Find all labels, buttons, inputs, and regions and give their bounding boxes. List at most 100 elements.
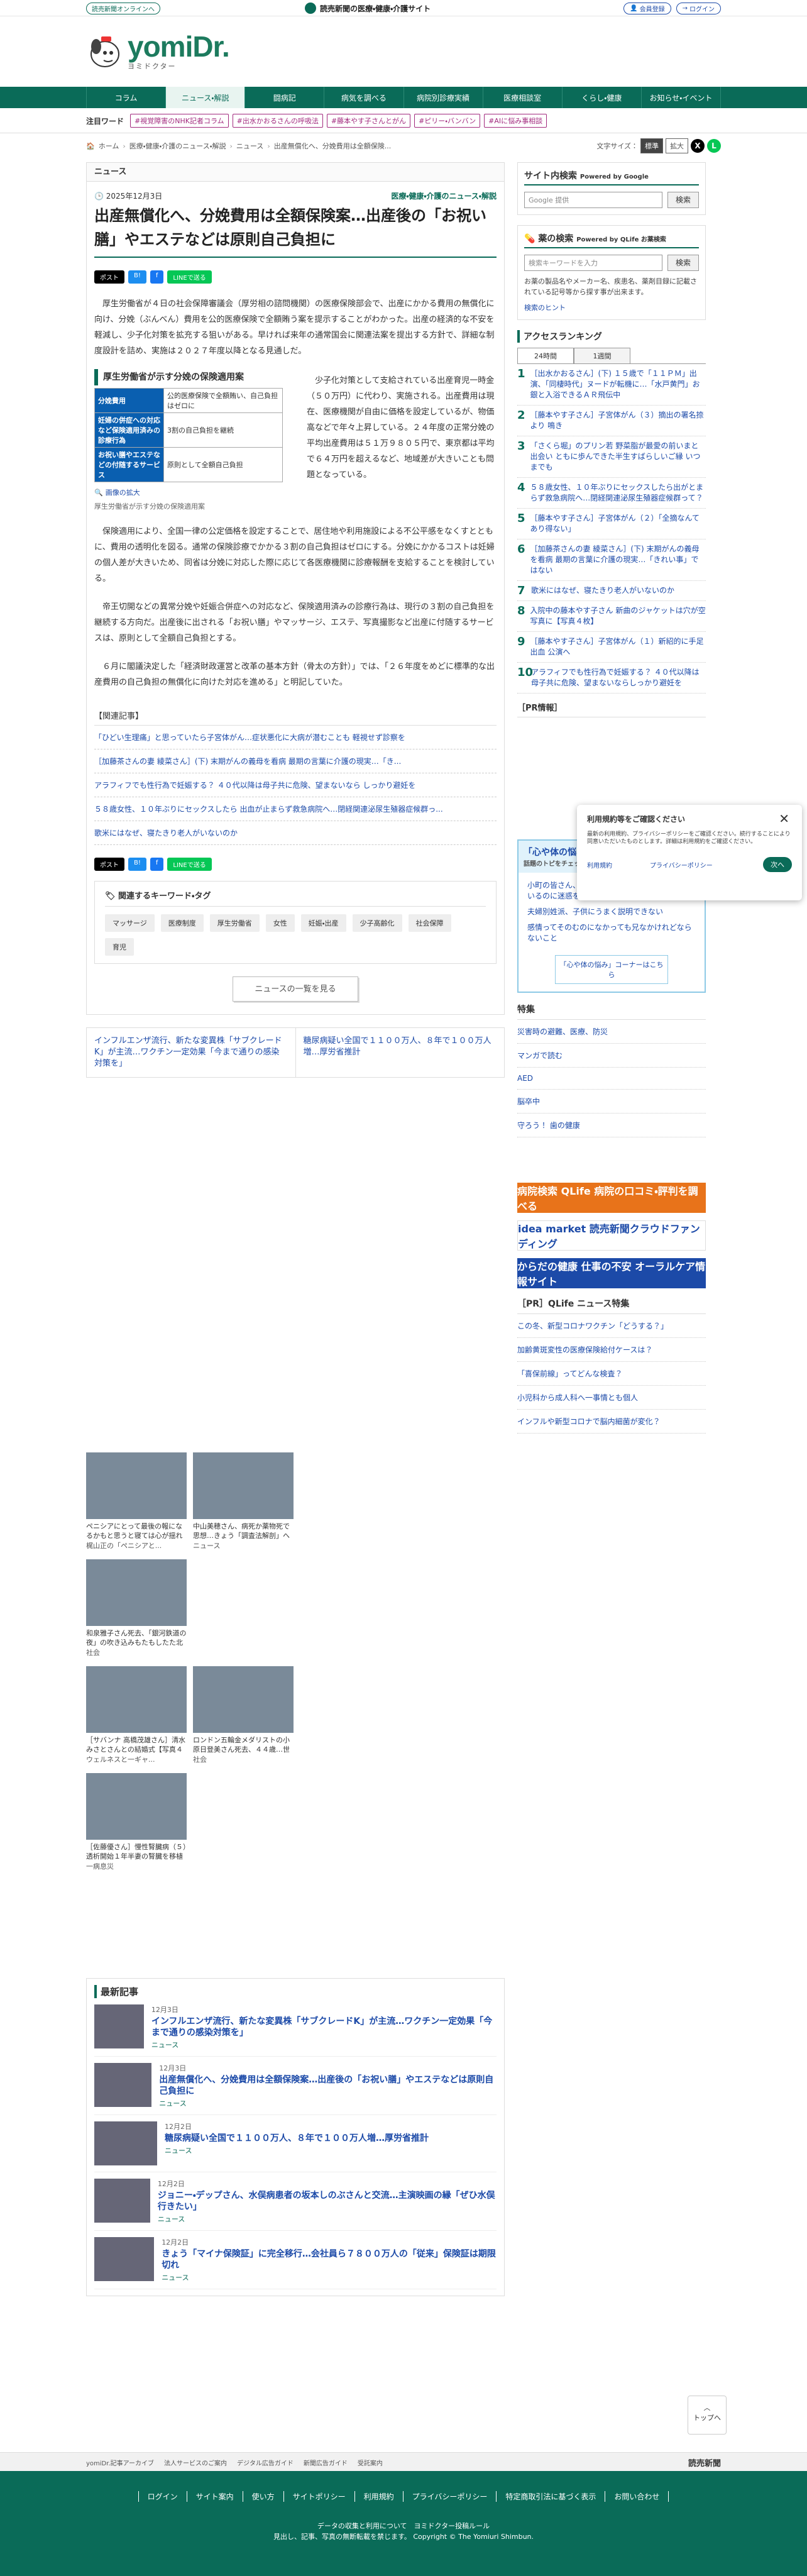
footer-nav-link[interactable]: サイト案内 xyxy=(186,2491,243,2502)
footer-link[interactable]: yomiDr.記事アーカイブ xyxy=(86,2458,154,2467)
facebook-share-button[interactable]: f xyxy=(150,858,164,871)
ranking-item[interactable]: 10 アラフィフでも性行為で妊娠する？ ４０代以降は母子共に危険、望まないならしっ… xyxy=(517,663,706,694)
related-link[interactable]: アラフィフでも性行為で妊娠する？ ４０代以降は母子共に危険、望まないなら しっか… xyxy=(94,773,497,797)
privacy-link[interactable]: プライバシーポリシー xyxy=(650,860,713,870)
x-share-icon[interactable]: X xyxy=(691,139,705,153)
next-article-link[interactable]: 糖尿病疑い全国で１１００万人、８年で１００万人増…厚労省推計 xyxy=(295,1028,505,1077)
ranking-item[interactable]: 9 ［藤本やす子さん］子宮体がん（１）新紹的に手足出血 公演へ xyxy=(517,632,706,663)
keyword-tag[interactable]: 女性 xyxy=(265,914,295,932)
login-button[interactable]: → ログイン xyxy=(676,2,721,14)
photo-card[interactable]: ペニシアにとって最後の報になるかもと思うと寝ては心が揺れなかった... 梶山正の「… xyxy=(86,1452,187,1551)
oral-care-banner[interactable]: からだの健康 仕事の不安 オーラルケア情報サイト xyxy=(517,1258,706,1288)
qlife-link[interactable]: 加齢黄斑変性の医療保険給付ケースは？ xyxy=(517,1338,706,1362)
nav-item-disease[interactable]: 病気を調べる xyxy=(324,87,403,108)
hatena-bookmark-button[interactable]: B! xyxy=(128,270,146,284)
back-to-top-button[interactable]: ︿ トップへ xyxy=(688,2396,727,2435)
keyword-tag[interactable]: 育児 xyxy=(105,938,134,956)
line-share-button[interactable]: LINEで送る xyxy=(167,270,212,284)
kokoro-corner-button[interactable]: 「心や体の悩み」コーナーはこちら xyxy=(555,955,668,984)
qlife-link[interactable]: この冬、新型コロナワクチン「どうする？」 xyxy=(517,1314,706,1338)
photo-card[interactable]: 和泉雅子さん死去、「銀河鉄道の夜」の吹き込みもたもしたた北海小鳥… 社会 xyxy=(86,1559,187,1657)
nav-item-events[interactable]: お知らせ・イベント xyxy=(640,87,721,108)
latest-item[interactable]: 12月3日 インフルエンザ流行、新たな変異株「サブクレードK」が主流…ワクチン一定… xyxy=(94,1998,497,2057)
drug-search-input[interactable]: 検索キーワードを入力 xyxy=(524,255,662,271)
site-logo[interactable]: yomiDr. ヨミドクター xyxy=(86,32,230,71)
footer-link[interactable]: 法人サービスのご案内 xyxy=(164,2458,227,2467)
line-share-icon[interactable]: L xyxy=(707,139,721,153)
photo-card[interactable]: ［サバンナ 高橋茂雄さん］清水みさとさんとの結婚式【写真４枚】ウェルネスと一ギャ… xyxy=(86,1666,187,1764)
qlife-link[interactable]: 小児科から成人科へ一事情とも個人 xyxy=(517,1386,706,1410)
tag-link[interactable]: #視覚障害のNHK記者コラム xyxy=(130,114,229,128)
ranking-item[interactable]: 1 ［出水かおるさん］(下) １５歳で「１１ＰＭ」出演、「同棲時代」ヌードが転機に… xyxy=(517,364,706,406)
related-link[interactable]: ５８歳女性、１０年ぶりにセックスしたら 出血が止まらず救急病院へ…閉経関連泌尿生… xyxy=(94,797,497,821)
keyword-tag[interactable]: マッサージ xyxy=(105,914,155,932)
footer-nav-link[interactable]: 特定商取引法に基づく表示 xyxy=(496,2491,605,2502)
photo-card[interactable]: 中山美穂さん、病死か薬物死で思想…きょう「調査法解剖」へ ニュース xyxy=(193,1452,294,1551)
footer-nav-link[interactable]: 利用規約 xyxy=(354,2491,403,2502)
tag-link[interactable]: #藤本やす子さんとがん xyxy=(326,114,411,128)
ranking-item[interactable]: 5 ［藤本やす子さん］子宮体がん（２）「全摘なんてあり得ない」 xyxy=(517,509,706,539)
keyword-tag[interactable]: 医療制度 xyxy=(160,914,204,932)
article-category[interactable]: 医療・健康・介護のニュース・解説 xyxy=(391,191,497,201)
latest-item[interactable]: 12月2日 ジョニー・デップさん、水俣病患者の坂本しのぶさんと交流…主演映画の縁「… xyxy=(94,2172,497,2231)
feature-link[interactable]: 災害時の避難、医療、防災 xyxy=(517,1020,706,1044)
related-link[interactable]: 歌米にはなぜ、寝たきり老人がいないのか xyxy=(94,821,497,845)
tag-link[interactable]: #AIに悩み事相談 xyxy=(484,114,547,128)
image-zoom-link[interactable]: 🔍 画像の拡大 xyxy=(94,487,295,497)
photo-card[interactable]: ［佐藤優さん］慢性腎臓病（５）透析開始１年半妻の腎臓を移植 闘病... 一病息災 xyxy=(86,1773,187,1871)
font-size-large-button[interactable]: 拡大 xyxy=(666,138,688,153)
footer-nav-link[interactable]: 使い方 xyxy=(242,2491,283,2502)
footer-link[interactable]: デジタル広告ガイド xyxy=(237,2458,294,2467)
footer-nav-link[interactable]: サイトポリシー xyxy=(283,2491,354,2502)
latest-item[interactable]: 12月3日 出産無償化へ、分娩費用は全額保険案…出産後の「お祝い膳」やエステなどは… xyxy=(94,2057,497,2115)
ranking-item[interactable]: 2 ［藤本やす子さん］子宮体がん（３）摘出の署名捺より 鳴き xyxy=(517,406,706,436)
hospital-review-banner[interactable]: 病院検索 QLife 病院の口コミ・評判を調べる xyxy=(517,1183,706,1213)
hatena-bookmark-button[interactable]: B! xyxy=(128,858,146,871)
tag-link[interactable]: #ピリー・バンバン xyxy=(414,114,481,128)
latest-item[interactable]: 12月2日 糖尿病疑い全国で１１００万人、８年で１００万人増…厚労省推計 ニュース xyxy=(94,2115,497,2172)
nav-item-news[interactable]: ニュース・解説 xyxy=(165,87,245,108)
tab-1week[interactable]: 1週間 xyxy=(574,348,630,363)
ranking-item[interactable]: 6 ［加藤茶さんの妻 綾菜さん］(下) 末期がんの義母を看病 最期の言葉に介護の現… xyxy=(517,539,706,581)
idea-market-banner[interactable]: idea market 読売新聞クラウドファンディング xyxy=(517,1220,706,1251)
ranking-item[interactable]: 7 歌米にはなぜ、寝たきり老人がいないのか xyxy=(517,581,706,601)
x-post-button[interactable]: ポスト xyxy=(94,270,124,284)
nav-item-tobyoki[interactable]: 闘病記 xyxy=(244,87,324,108)
footer-nav-link[interactable]: ログイン xyxy=(138,2491,187,2502)
footer-data-policy[interactable]: データの収集と利用について ヨミドクター投稿ルール xyxy=(0,2521,807,2531)
related-link[interactable]: ［加藤茶さんの妻 綾菜さん］(下) 末期がんの義母を看病 最期の言葉に介護の現実… xyxy=(94,749,497,773)
kokoro-topic-link[interactable]: 感情ってそのむのになかっても兄なかけれどならないこと xyxy=(527,920,696,946)
tag-link[interactable]: #出水かおるさんの呼吸法 xyxy=(232,114,323,128)
photo-card[interactable]: ロンドン五輪金メダリストの小原日登美さん死去、４４歳…世界選手...社会 xyxy=(193,1666,294,1764)
ranking-item[interactable]: 3 「さくら堀」のプリン若 野菜脂が最愛の前いまと出会い ともに歩んできた半生すば… xyxy=(517,436,706,478)
nav-item-hospital[interactable]: 病院別診療実績 xyxy=(403,87,483,108)
latest-item[interactable]: 12月2日 きょう「マイナ保険証」に完全移行…会社員ら７８００万人の「従来」保険証… xyxy=(94,2231,497,2289)
line-share-button[interactable]: LINEで送る xyxy=(167,858,212,871)
x-post-button[interactable]: ポスト xyxy=(94,858,124,871)
feature-link[interactable]: 脳卒中 xyxy=(517,1090,706,1114)
footer-nav-link[interactable]: プライバシーポリシー xyxy=(402,2491,497,2502)
ranking-item[interactable]: 4 ５８歳女性、１０年ぶりにセックスしたら出がとまらず救急病院へ…閉経関連泌尿生殖… xyxy=(517,478,706,509)
breadcrumb-item[interactable]: ニュース xyxy=(236,141,263,151)
close-icon[interactable]: ✕ xyxy=(779,811,789,826)
font-size-standard-button[interactable]: 標準 xyxy=(640,138,663,153)
tab-24h[interactable]: 24時間 xyxy=(517,348,574,363)
site-search-button[interactable]: 検索 xyxy=(667,192,699,208)
news-list-button[interactable]: ニュースの一覧を見る xyxy=(233,976,358,1002)
prev-article-link[interactable]: インフルエンザ流行、新たな変異株「サブクレードK」が主流…ワクチン一定効果「今ま… xyxy=(87,1028,295,1077)
feature-link[interactable]: AED xyxy=(517,1068,706,1090)
feature-link[interactable]: 守ろう！ 歯の健康 xyxy=(517,1114,706,1137)
feature-link[interactable]: マンガで読む xyxy=(517,1044,706,1068)
register-button[interactable]: 👤 会員登録 xyxy=(623,2,671,14)
keyword-tag[interactable]: 少子高齢化 xyxy=(352,914,402,932)
drug-search-button[interactable]: 検索 xyxy=(667,255,699,271)
breadcrumb-item[interactable]: ホーム xyxy=(99,141,119,151)
related-link[interactable]: 「ひどい生理痛」と思っていたら子宮体がん…症状悪化に大病が潜むことも 軽視せず診… xyxy=(94,726,497,749)
keyword-tag[interactable]: 社会保障 xyxy=(408,914,451,932)
nav-item-life[interactable]: くらし・健康 xyxy=(561,87,641,108)
terms-link[interactable]: 利用規約 xyxy=(587,860,612,870)
footer-link[interactable]: 受託案内 xyxy=(358,2458,383,2467)
keyword-tag[interactable]: 妊娠・出産 xyxy=(300,914,346,932)
footer-link[interactable]: 新聞広告ガイド xyxy=(304,2458,348,2467)
nav-item-consult[interactable]: 医療相談室 xyxy=(482,87,562,108)
